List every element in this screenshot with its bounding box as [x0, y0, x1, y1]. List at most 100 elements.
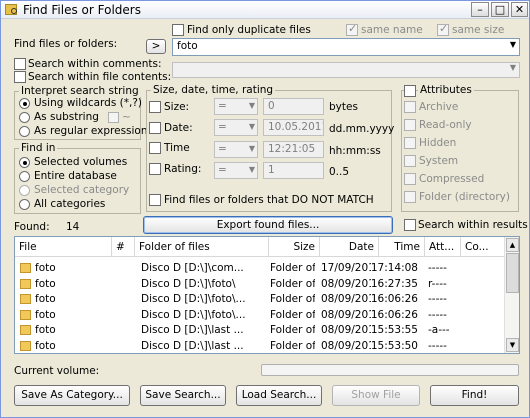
- table-row[interactable]: foto Disco D [D:\]\last ... Folder of ... 0…: [15, 339, 505, 354]
- cell-folder: Disco D [D:\]\last ...: [141, 324, 244, 336]
- time-checkbox[interactable]: [149, 142, 161, 154]
- attribute-checkbox[interactable]: [404, 119, 416, 131]
- folder-icon: [20, 278, 31, 289]
- substring-radio[interactable]: [19, 112, 30, 123]
- rating-operator-select[interactable]: = ▼: [214, 162, 258, 179]
- cell-date: 08/09/2010: [321, 308, 371, 321]
- minimize-button[interactable]: –: [471, 2, 489, 17]
- time-input[interactable]: 12:21:05: [263, 141, 324, 158]
- cell-size: Folder of ...: [270, 262, 315, 274]
- same-name-label: same name: [361, 24, 423, 36]
- contents-input[interactable]: ▼: [172, 62, 520, 78]
- save-as-category-button[interactable]: Save As Category...: [14, 385, 130, 406]
- chevron-down-icon: ▼: [248, 144, 255, 153]
- cell-file: foto: [35, 308, 56, 321]
- time-input-value: 12:21:05: [268, 143, 316, 155]
- not-match-label: Find files or folders that DO NOT MATCH: [164, 194, 374, 206]
- search-input[interactable]: foto ▼: [172, 38, 520, 56]
- size-operator-select[interactable]: = ▼: [214, 98, 258, 115]
- cell-att: -----: [428, 293, 447, 305]
- cell-time: 16:27:35: [370, 277, 418, 290]
- cell-folder: Disco D [D:\]\last ...: [141, 339, 244, 352]
- time-operator-select[interactable]: = ▼: [214, 141, 258, 158]
- date-checkbox[interactable]: [149, 122, 161, 134]
- folder-icon: [20, 325, 31, 335]
- scroll-up-icon[interactable]: ▲: [506, 238, 519, 252]
- column-header[interactable]: File: [15, 237, 112, 257]
- regex-radio[interactable]: [19, 126, 30, 137]
- time-operator-value: =: [218, 143, 227, 155]
- find-files-window: Find Files or Folders – □ ✕ Find files o…: [0, 0, 530, 418]
- column-header[interactable]: Size: [269, 237, 320, 257]
- export-found-files-button[interactable]: Export found files...: [143, 216, 393, 234]
- search-within-results-checkbox[interactable]: [404, 219, 416, 231]
- attribute-checkbox[interactable]: [404, 191, 416, 203]
- table-row[interactable]: foto Disco D [D:\]\com... Folder of ... 17/…: [15, 261, 505, 276]
- same-size-checkbox[interactable]: [437, 22, 449, 36]
- column-header[interactable]: #: [112, 237, 135, 257]
- chevron-down-icon: ▼: [248, 122, 255, 131]
- table-row[interactable]: foto Disco D [D:\]\foto\... Folder of ... 0…: [15, 308, 505, 323]
- vertical-scrollbar[interactable]: ▲ ▼: [504, 237, 519, 353]
- scroll-thumb[interactable]: [506, 253, 519, 293]
- duplicate-files-checkbox[interactable]: [172, 24, 184, 36]
- cell-date: 08/09/2010: [321, 339, 371, 352]
- rating-input-value: 1: [268, 164, 275, 176]
- all-categories-radio[interactable]: [19, 199, 30, 210]
- close-button[interactable]: ✕: [511, 2, 528, 17]
- table-row[interactable]: foto Disco D [D:\]\foto\ Folder of ... 08/0…: [15, 277, 505, 292]
- attribute-checkbox[interactable]: [404, 155, 416, 167]
- selected-volumes-radio[interactable]: [19, 157, 30, 168]
- selected-category-radio[interactable]: [19, 185, 30, 196]
- folder-icon: [20, 294, 31, 304]
- scroll-down-icon[interactable]: ▼: [506, 338, 519, 352]
- cell-size: Folder of ...: [270, 324, 315, 336]
- column-header[interactable]: Date: [320, 237, 379, 257]
- attribute-checkbox[interactable]: [404, 101, 416, 113]
- substring-label: As substring: [34, 111, 99, 123]
- show-file-button[interactable]: Show File: [332, 385, 420, 406]
- cell-att: r----: [428, 277, 447, 290]
- size-label: Size:: [164, 101, 190, 113]
- date-operator-select[interactable]: = ▼: [214, 119, 258, 136]
- window-title: Find Files or Folders: [23, 3, 141, 17]
- size-checkbox[interactable]: [149, 101, 161, 113]
- load-search-button[interactable]: Load Search...: [236, 385, 322, 406]
- date-input[interactable]: 10.05.2011: [263, 119, 324, 136]
- save-search-button[interactable]: Save Search...: [140, 385, 226, 406]
- within-contents-checkbox[interactable]: [14, 71, 26, 83]
- attributes-title: Attributes: [418, 84, 474, 96]
- search-history-button[interactable]: >: [146, 39, 166, 54]
- column-header[interactable]: Time: [379, 237, 425, 257]
- column-header[interactable]: Co...: [461, 237, 505, 257]
- chevron-down-icon[interactable]: ▼: [510, 40, 516, 49]
- tilde-checkbox[interactable]: [108, 112, 119, 123]
- attribute-checkbox[interactable]: [404, 173, 416, 185]
- not-match-checkbox[interactable]: [149, 194, 161, 206]
- chevron-down-icon[interactable]: ▼: [510, 63, 516, 72]
- wildcards-radio[interactable]: [19, 98, 30, 109]
- within-contents-label: Search within file contents:: [28, 71, 172, 83]
- tilde-label: ~: [122, 111, 131, 123]
- filters-title: Size, date, time, rating: [151, 84, 276, 96]
- table-row[interactable]: foto Disco D [D:\]\last ... Folder of ... 0…: [15, 323, 505, 338]
- attribute-label: Hidden: [419, 137, 457, 149]
- within-comments-checkbox[interactable]: [14, 58, 26, 70]
- attribute-checkbox[interactable]: [404, 137, 416, 149]
- entire-database-radio[interactable]: [19, 171, 30, 182]
- same-name-checkbox[interactable]: [346, 22, 358, 36]
- attributes-checkbox[interactable]: [404, 85, 416, 97]
- cell-folder: Disco D [D:\]\com...: [141, 262, 244, 274]
- cell-folder: Disco D [D:\]\foto\...: [141, 308, 246, 321]
- size-input[interactable]: 0: [263, 98, 324, 115]
- cell-att: -----: [428, 339, 447, 352]
- find-button[interactable]: Find!: [430, 385, 519, 406]
- selected-category-label: Selected category: [34, 184, 130, 196]
- rating-checkbox[interactable]: [149, 163, 161, 175]
- maximize-button[interactable]: □: [491, 2, 509, 17]
- results-table[interactable]: File # Folder of files Size Date Time Att... Co…: [14, 236, 520, 354]
- column-header[interactable]: Folder of files: [135, 237, 269, 257]
- column-header[interactable]: Att...: [425, 237, 461, 257]
- table-row[interactable]: foto Disco D [D:\]\foto\... Folder of ... 0…: [15, 292, 505, 307]
- rating-input[interactable]: 1: [263, 162, 324, 179]
